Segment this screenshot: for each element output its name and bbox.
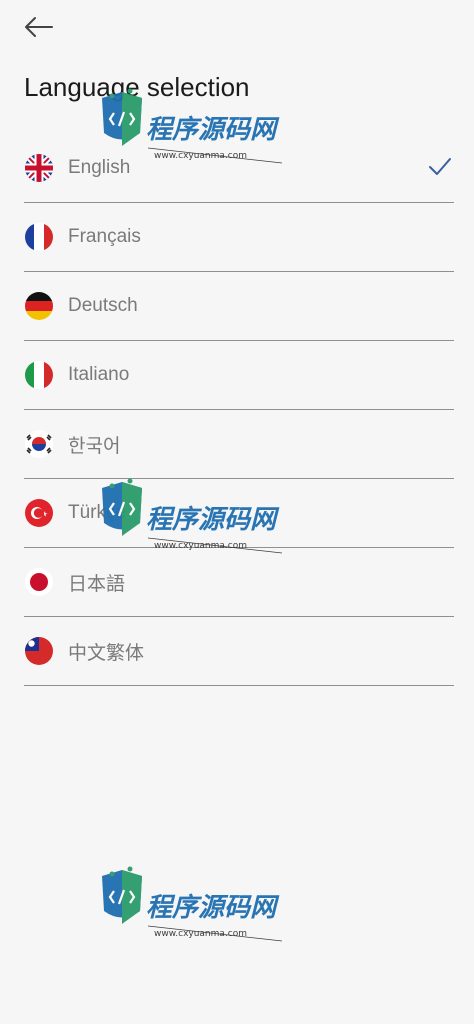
south-korea-flag-icon: [25, 430, 53, 458]
germany-flag-icon: [25, 292, 53, 320]
language-item-english[interactable]: English: [24, 134, 454, 203]
watermark-url: www.cxyuanma.com: [154, 929, 247, 939]
language-item-turkish[interactable]: Türkçe: [24, 479, 454, 548]
watermark-shield-icon: 程序源码网 www.cxyuanma.com: [102, 866, 283, 942]
language-label: English: [68, 157, 131, 178]
language-list: English Français Deutsch Italiano 한국어 Tü…: [24, 134, 454, 686]
taiwan-flag-icon: [25, 637, 53, 665]
page-title: Language selection: [24, 72, 250, 102]
language-label: 한국어: [68, 435, 121, 457]
language-item-korean[interactable]: 한국어: [24, 410, 454, 479]
back-arrow-icon[interactable]: [18, 10, 60, 46]
language-item-italian[interactable]: Italiano: [24, 341, 454, 410]
france-flag-icon: [25, 223, 53, 251]
checkmark-icon: [429, 158, 451, 175]
language-label: Türkçe: [68, 502, 127, 523]
japan-flag-icon: [25, 568, 53, 596]
language-item-french[interactable]: Français: [24, 203, 454, 272]
italy-flag-icon: [25, 361, 53, 389]
language-item-german[interactable]: Deutsch: [24, 272, 454, 341]
watermark: 程序源码网 www.cxyuanma.com: [84, 866, 289, 961]
language-label: Italiano: [68, 364, 130, 385]
language-label: 日本語: [68, 573, 126, 595]
language-item-traditional-chinese[interactable]: 中文繁体: [24, 617, 454, 686]
language-label: Français: [68, 226, 141, 247]
turkey-flag-icon: [25, 499, 53, 527]
language-label: 中文繁体: [68, 642, 145, 664]
language-label: Deutsch: [68, 295, 138, 316]
watermark-text: 程序源码网: [146, 893, 280, 923]
uk-flag-icon: [25, 154, 53, 182]
top-bar: [0, 0, 474, 60]
language-item-japanese[interactable]: 日本語: [24, 548, 454, 617]
